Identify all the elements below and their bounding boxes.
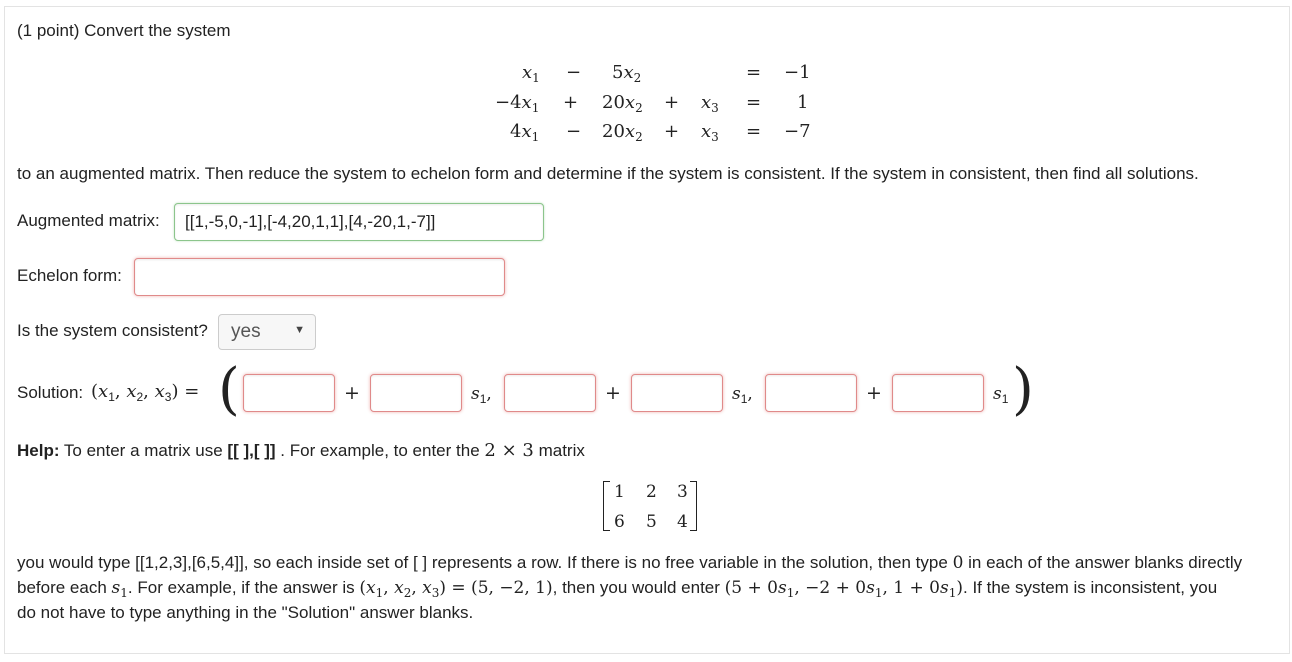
augmented-label: Augmented matrix:	[17, 211, 160, 230]
help-para-line2c: , then you would enter	[552, 578, 720, 597]
sys-r1-op1: −	[566, 62, 582, 83]
solution-close-paren: )	[1012, 357, 1034, 422]
echelon-input[interactable]	[134, 258, 505, 296]
solution-x1-constant-input[interactable]	[243, 374, 335, 412]
solution-x2-coef-input[interactable]	[631, 374, 723, 412]
help-text2: . For example, to enter the	[280, 441, 480, 460]
help-para-line2d: . If the system is inconsistent, you	[963, 578, 1218, 597]
sys-r1-c2: 5x2	[612, 62, 642, 85]
solution-x3-s1: s1	[993, 384, 1009, 406]
solution-x1-s1: s1,	[471, 384, 492, 406]
help-dims: 2 × 3	[484, 440, 534, 461]
solution-x2-s1: s1,	[732, 384, 753, 406]
solution-x3-plus: +	[866, 382, 882, 404]
matrix-left-bracket	[603, 481, 610, 531]
sys-r3-op2: +	[664, 121, 680, 142]
help-para-line1: you would type [[1,2,3],[6,5,4]], so eac…	[17, 553, 1242, 573]
equation-system: x1 − 5x2 = −1 −4x1 + 20x2 + x3 = 1 4x1 −…	[0, 0, 1292, 150]
sys-r3-eq: =	[746, 121, 762, 142]
solution-lhs: (x1, x2, x3) =	[91, 381, 200, 404]
help-syntax: [[ ],[ ]]	[227, 441, 276, 460]
solution-x1-plus: +	[344, 382, 360, 404]
consistent-select[interactable]: yes ▼	[218, 314, 316, 350]
help-zero: 0	[952, 553, 964, 573]
matrix-right-bracket	[690, 481, 697, 531]
help-para-line3: do not have to type anything in the "Sol…	[17, 603, 474, 622]
sys-r3-c3: x3	[701, 121, 719, 144]
help-s1: s1	[111, 578, 128, 600]
help-para-line2a: before each	[17, 578, 107, 597]
sys-r2-c1: −4x1	[495, 92, 540, 115]
help-para-line1-text: you would type [[1,2,3],[6,5,4]], so eac…	[17, 553, 948, 572]
chevron-down-icon: ▼	[294, 324, 305, 336]
matrix-cell: 6	[614, 512, 625, 532]
solution-label: Solution:	[17, 383, 84, 402]
consistent-select-value: yes	[231, 321, 261, 342]
solution-x3-constant-input[interactable]	[765, 374, 857, 412]
help-bold: Help:	[17, 441, 60, 460]
help-text3: matrix	[538, 441, 585, 460]
matrix-cell: 1	[614, 482, 625, 502]
solution-x3-coef-input[interactable]	[892, 374, 984, 412]
sys-r2-op1: +	[563, 92, 579, 113]
instructions-text: to an augmented matrix. Then reduce the …	[17, 164, 1199, 183]
sys-r1-rhs: −1	[784, 62, 811, 83]
solution-x2-plus: +	[605, 382, 621, 404]
echelon-label: Echelon form:	[17, 266, 122, 285]
sys-r3-rhs: −7	[784, 121, 811, 142]
help-example-lhs: (x1, x2, x3) = (5, −2, 1)	[359, 578, 553, 600]
sys-r2-c3: x3	[701, 92, 719, 115]
sys-r3-c2: 20x2	[602, 121, 643, 144]
consistent-label: Is the system consistent?	[17, 321, 208, 340]
sys-r2-c2: 20x2	[602, 92, 643, 115]
help-example-entry: (5 + 0s1, −2 + 0s1, 1 + 0s1)	[724, 578, 963, 600]
help-para-line1-end: in each of the answer blanks directly	[968, 553, 1243, 572]
sys-r3-op1: −	[566, 121, 582, 142]
augmented-input-value: [[1,-5,0,-1],[-4,20,1,1],[4,-20,1,-7]]	[185, 212, 436, 231]
sys-r1-c1: x1	[522, 62, 540, 85]
sys-r1-eq: =	[746, 62, 762, 83]
sys-r3-c1: 4x1	[510, 121, 540, 144]
help-para-line2: before each s1. For example, if the answ…	[17, 578, 1218, 600]
matrix-cell: 3	[677, 482, 688, 502]
sys-r2-rhs: 1	[797, 92, 809, 113]
help-line: Help: To enter a matrix use [[ ],[ ]] . …	[17, 440, 585, 461]
augmented-input[interactable]: [[1,-5,0,-1],[-4,20,1,1],[4,-20,1,-7]]	[174, 203, 544, 241]
matrix-cell: 2	[646, 482, 657, 502]
help-text1: To enter a matrix use	[63, 441, 223, 460]
sys-r2-op2: +	[664, 92, 680, 113]
solution-x1-coef-input[interactable]	[370, 374, 462, 412]
help-para-line2b: . For example, if the answer is	[127, 578, 355, 597]
sys-r2-eq: =	[746, 92, 762, 113]
solution-x2-constant-input[interactable]	[504, 374, 596, 412]
matrix-cell: 5	[646, 512, 657, 532]
matrix-cell: 4	[677, 512, 688, 532]
solution-open-paren: (	[218, 357, 240, 422]
